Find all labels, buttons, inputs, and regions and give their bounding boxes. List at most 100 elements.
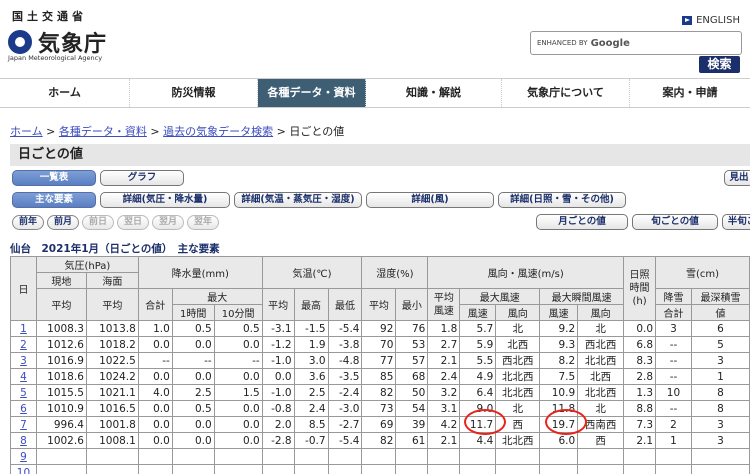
- table-cell: [539, 464, 579, 474]
- th-max-dir: 風向: [495, 304, 541, 321]
- table-cell: -0.8: [261, 400, 295, 417]
- table-cell: [655, 464, 692, 474]
- th-sunshine: 日照時間(h): [623, 256, 657, 321]
- day-link[interactable]: 10: [10, 464, 37, 474]
- table-cell: 1013.8: [85, 320, 139, 337]
- detail-sun-button[interactable]: 詳細(日照・雪・その他): [498, 192, 626, 208]
- table-cell: 1.5: [213, 384, 263, 401]
- day-link[interactable]: 6: [10, 400, 37, 417]
- crumb-home[interactable]: ホーム: [10, 125, 43, 138]
- table-cell: 西: [577, 432, 625, 449]
- table-cell: 0.0: [171, 432, 215, 449]
- play-icon: [682, 16, 693, 25]
- table-cell: 10: [655, 384, 692, 401]
- day-link[interactable]: 3: [10, 352, 37, 369]
- table-cell: 0.0: [137, 432, 173, 449]
- table-cell: [361, 464, 397, 474]
- day-link[interactable]: 5: [10, 384, 37, 401]
- table-cell: [623, 448, 657, 465]
- th-sea-avg: 平均: [85, 288, 139, 321]
- nav-home[interactable]: ホーム: [0, 79, 130, 107]
- nav-data[interactable]: 各種データ・資料: [258, 79, 366, 107]
- table-row: 5 1015.5 1021.1 4.0 2.5 1.5 -1.0 2.5 -2.4 82 50 3.2…: [10, 384, 750, 401]
- table-cell: 北北西: [495, 368, 541, 385]
- english-link[interactable]: ENGLISH: [682, 15, 740, 26]
- table-row: 9: [10, 448, 750, 465]
- crumb-data[interactable]: 各種データ・資料: [59, 125, 147, 138]
- next-month-button: 翌月: [152, 215, 184, 230]
- table-cell: 0.5: [171, 400, 215, 417]
- detail-temp-button[interactable]: 詳細(気温・蒸気圧・湿度): [234, 192, 362, 208]
- table-cell: 6.4: [459, 384, 497, 401]
- table-cell: 6.0: [539, 432, 579, 449]
- crumb-search[interactable]: 過去の気象データ検索: [163, 125, 273, 138]
- table-cell: -2.4: [327, 384, 363, 401]
- table-cell: 1008.3: [35, 320, 87, 337]
- nav-knowledge[interactable]: 知識・解説: [366, 79, 502, 107]
- ten-day-values-button[interactable]: 旬ごとの値: [632, 214, 718, 230]
- th-humidity: 湿度(%): [361, 256, 429, 289]
- table-cell: 4.2: [427, 416, 461, 433]
- day-link[interactable]: 4: [10, 368, 37, 385]
- day-link[interactable]: 8: [10, 432, 37, 449]
- table-cell: 2.1: [427, 432, 461, 449]
- day-link[interactable]: 1: [10, 320, 37, 337]
- table-cell: 北北西: [577, 352, 625, 369]
- table-cell: -1.0: [261, 352, 295, 369]
- prev-year-button[interactable]: 前年: [12, 215, 44, 230]
- nav-guide[interactable]: 案内・申請: [630, 79, 750, 107]
- table-cell: [327, 448, 363, 465]
- table-cell: -3.1: [261, 320, 295, 337]
- th-snowfall-total: 合計: [655, 304, 692, 321]
- table-cell: 82: [361, 384, 397, 401]
- next-day-button: 翌日: [117, 215, 149, 230]
- table-cell: 53: [395, 336, 429, 353]
- prev-month-button[interactable]: 前月: [47, 215, 79, 230]
- table-cell: --: [213, 352, 263, 369]
- half-ten-day-button[interactable]: 半旬ご: [722, 214, 750, 230]
- detail-pressure-button[interactable]: 詳細(気圧・降水量): [100, 192, 230, 208]
- table-cell: 7.3: [623, 416, 657, 433]
- th-precip: 降水量(mm): [137, 256, 263, 289]
- th-temp-avg: 平均: [261, 288, 295, 321]
- nav-disaster[interactable]: 防災情報: [130, 79, 258, 107]
- th-pressure: 気圧(hPa): [35, 256, 139, 273]
- table-row: 7 996.4 1001.8 0.0 0.0 0.0 2.0 8.5 -2.7 69 39 4.2 11…: [10, 416, 750, 433]
- table-cell: --: [655, 336, 692, 353]
- day-link[interactable]: 7: [10, 416, 37, 433]
- table-view-button[interactable]: 一覧表: [12, 170, 96, 186]
- table-cell: 西北西: [495, 352, 541, 369]
- main-elements-button[interactable]: 主な要素: [12, 192, 96, 208]
- table-cell: -3.5: [327, 368, 363, 385]
- table-cell: 8.3: [623, 352, 657, 369]
- monthly-values-button[interactable]: 月ごとの値: [536, 214, 628, 230]
- day-link[interactable]: 2: [10, 336, 37, 353]
- table-cell: 3.2: [427, 384, 461, 401]
- table-cell: [171, 464, 215, 474]
- detail-wind-button[interactable]: 詳細(風): [366, 192, 494, 208]
- th-snow-depth: 最深積雪: [690, 288, 750, 305]
- table-cell: 北北西: [495, 432, 541, 449]
- table-cell: 8.8: [623, 400, 657, 417]
- table-cell: [690, 464, 750, 474]
- jma-emblem-icon: [8, 30, 32, 54]
- search-input[interactable]: ENHANCED BY Google: [530, 31, 742, 55]
- table-cell: 3.6: [293, 368, 329, 385]
- table-cell: [427, 448, 461, 465]
- table-cell: 3.1: [427, 400, 461, 417]
- english-link-label[interactable]: ENGLISH: [696, 15, 740, 26]
- table-cell: 0.0: [137, 368, 173, 385]
- th-1h: 1時間: [171, 304, 215, 321]
- day-link[interactable]: 9: [10, 448, 37, 465]
- table-cell: [361, 448, 397, 465]
- graph-view-button[interactable]: グラフ: [100, 170, 184, 186]
- table-cell: 2.7: [427, 336, 461, 353]
- table-row: 1 1008.3 1013.8 1.0 0.5 0.5 -3.1 -1.5 -5.4 92 76 1.…: [10, 320, 750, 337]
- more-button[interactable]: 見出: [724, 170, 750, 186]
- table-cell: 1010.9: [35, 400, 87, 417]
- nav-about[interactable]: 気象庁について: [502, 79, 630, 107]
- th-avg-speed: 平均風速: [427, 288, 461, 321]
- table-cell: 70: [361, 336, 397, 353]
- main-nav: ホーム 防災情報 各種データ・資料 知識・解説 気象庁について 案内・申請: [0, 78, 750, 108]
- search-button[interactable]: 検索: [699, 56, 740, 73]
